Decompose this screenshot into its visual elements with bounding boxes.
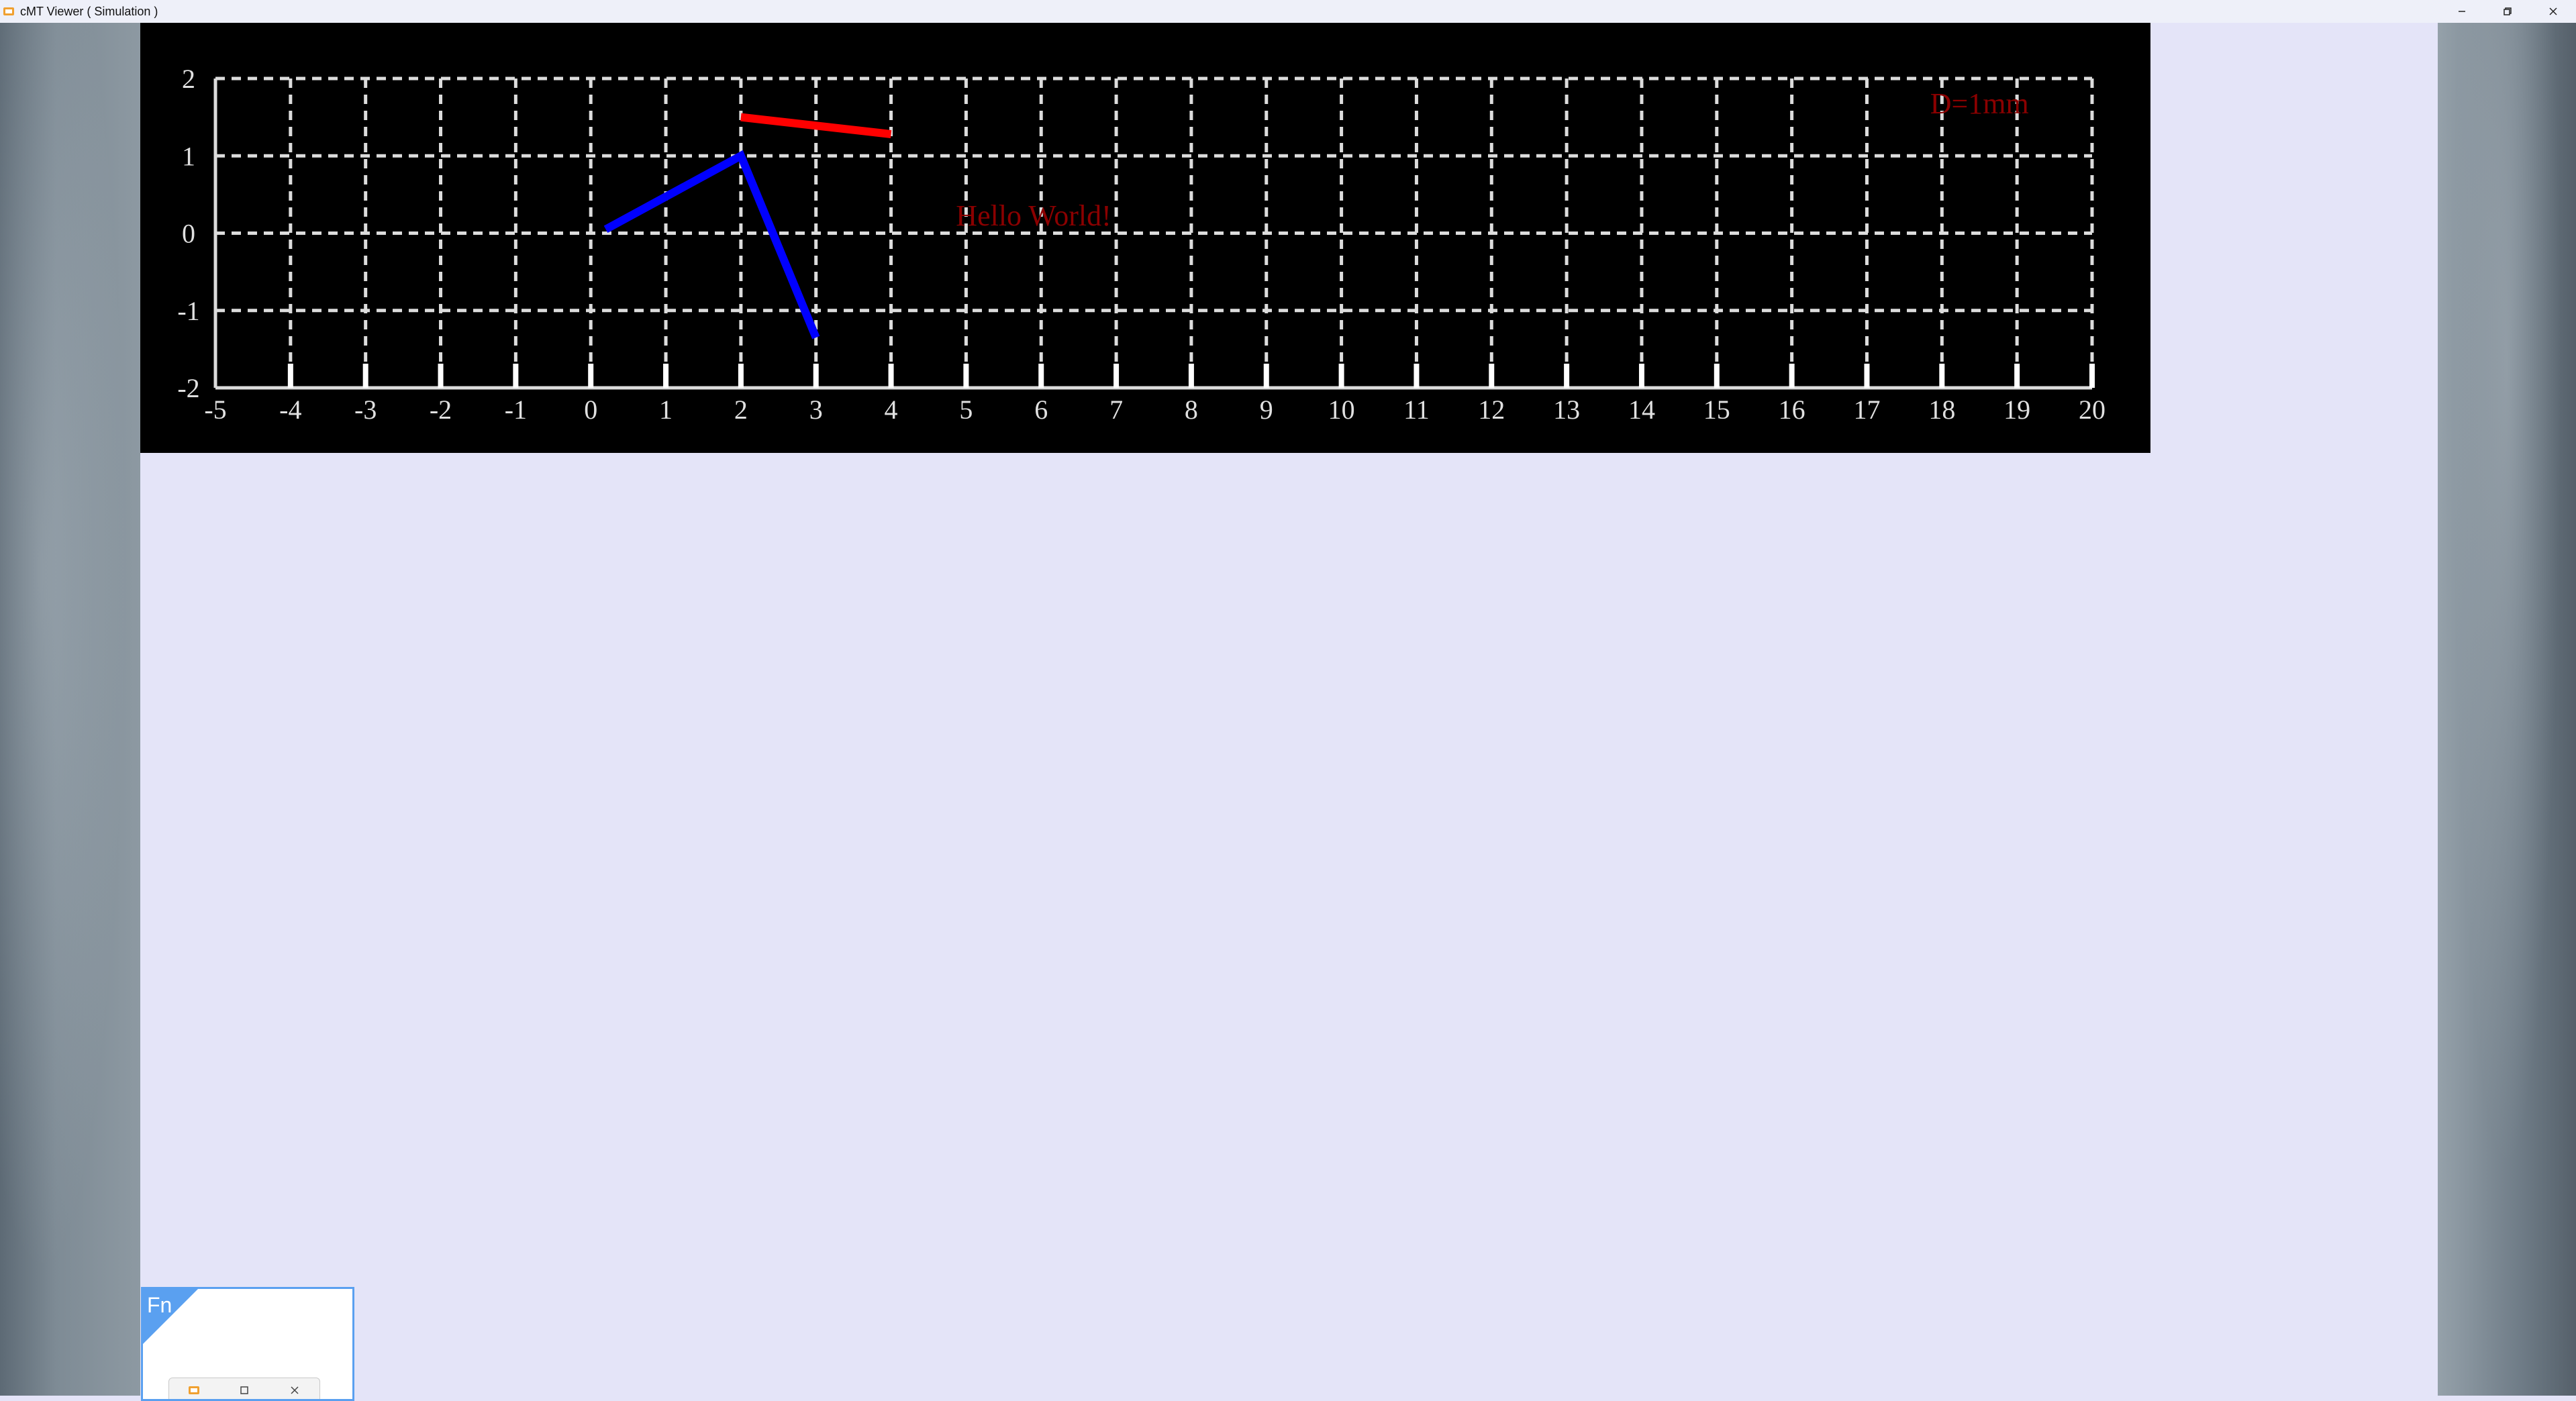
x-tick-label: 1 (659, 395, 673, 425)
window-controls (2439, 0, 2576, 23)
close-icon (2549, 7, 2557, 15)
x-tick-label: 17 (1853, 395, 1880, 425)
window-title: cMT Viewer ( Simulation ) (20, 4, 158, 18)
app-icon[interactable] (188, 1384, 200, 1396)
x-tick-label: 20 (2079, 395, 2106, 425)
x-tick-label: 16 (1779, 395, 1805, 425)
y-tick-label: -2 (177, 373, 199, 403)
x-tick-label: 6 (1034, 395, 1048, 425)
x-tick-label: 19 (2003, 395, 2030, 425)
x-tick-label: 13 (1553, 395, 1580, 425)
x-tick-label: 12 (1478, 395, 1505, 425)
x-tick-label: 10 (1328, 395, 1355, 425)
desktop-background-left (0, 23, 140, 1396)
xy-plot: -5 -4 -3 -2 -1 0 1 2 3 4 5 6 7 8 9 10 11 12 13 14 15 16 17 18 19… (177, 64, 2106, 425)
xy-plot-panel: -5 -4 -3 -2 -1 0 1 2 3 4 5 6 7 8 9 10 11 12 13 14 15 16 17 18 19… (140, 23, 2150, 453)
cmt-viewer-app-icon (3, 7, 14, 15)
minimize-button[interactable] (2439, 0, 2485, 23)
chart-annotation: D=1mm (1930, 87, 2029, 120)
x-tick-label: -3 (354, 395, 377, 425)
x-tick-label: 2 (734, 395, 748, 425)
x-tick-label: 11 (1403, 395, 1430, 425)
x-tick-label: 4 (885, 395, 898, 425)
minimize-icon (2459, 11, 2465, 12)
fn-panel[interactable]: Fn (141, 1287, 354, 1401)
x-tick-label: 18 (1928, 395, 1955, 425)
x-tick-label: -4 (279, 395, 301, 425)
fn-label: Fn (147, 1293, 172, 1317)
y-tick-label: 1 (182, 141, 195, 171)
x-tick-label: -2 (430, 395, 452, 425)
restore-icon[interactable] (238, 1384, 250, 1396)
title-bar: cMT Viewer ( Simulation ) (0, 0, 2576, 23)
x-tick-label: 8 (1185, 395, 1198, 425)
restore-icon (2504, 7, 2512, 15)
x-tick-label: 3 (809, 395, 823, 425)
y-tick-label: 2 (182, 64, 195, 94)
x-tick-label: -1 (505, 395, 527, 425)
desktop-background-right (2438, 23, 2576, 1396)
x-tick-label: 0 (584, 395, 597, 425)
mini-taskbar (168, 1378, 320, 1399)
close-icon[interactable] (289, 1384, 301, 1396)
y-tick-label: 0 (182, 219, 195, 249)
restore-button[interactable] (2485, 0, 2530, 23)
x-tick-label: 14 (1628, 395, 1655, 425)
x-tick-label: 9 (1260, 395, 1273, 425)
y-tick-label: -1 (177, 296, 199, 326)
x-tick-label: 5 (959, 395, 973, 425)
close-button[interactable] (2530, 0, 2576, 23)
x-tick-label: -5 (204, 395, 226, 425)
chart-annotation: Hello World! (956, 199, 1111, 232)
x-tick-label: 7 (1109, 395, 1123, 425)
x-tick-label: 15 (1703, 395, 1730, 425)
